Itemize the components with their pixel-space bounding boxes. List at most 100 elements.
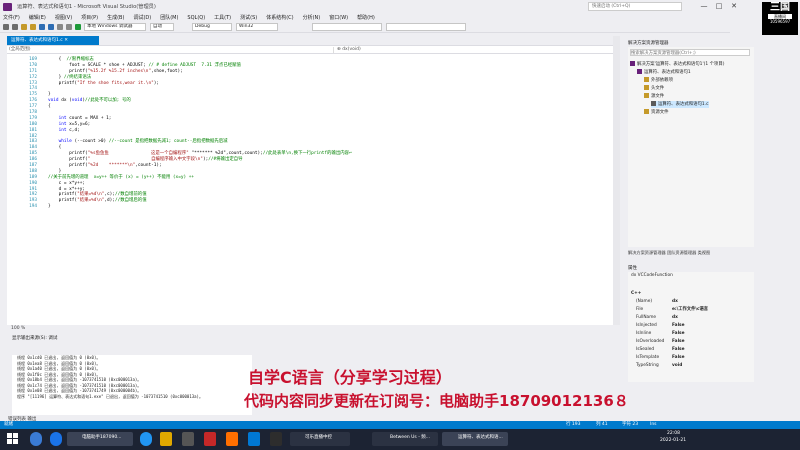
desktop-screen: 运算符、表达式和语句1 - Microsoft Visual Studio(管理…	[0, 0, 800, 450]
output-line: 程序 "[11196] 运算符、表达式和语句1.exe" 已退出, 返回值为 -…	[17, 393, 203, 399]
solution-item-icon	[651, 101, 656, 106]
start-icon[interactable]	[6, 432, 20, 446]
property-key: IsInjected	[636, 323, 657, 328]
code-token: x=5,y=6;	[66, 121, 91, 127]
code-token: "If the shoe fits,wear it.\n"	[77, 80, 154, 86]
forward-icon[interactable]	[12, 24, 18, 30]
open-file-icon[interactable]	[30, 24, 36, 30]
code-token: //此处表单\n,换下一行printf的输出内容↩	[262, 151, 352, 157]
output-pane[interactable]: 线程 0x1cd0 已退出, 返回值为 0 (0x0)。 线程 0x1ea8 已退…	[12, 355, 252, 415]
solution-item-icon	[644, 109, 649, 114]
menu-item[interactable]: 编辑(E)	[29, 14, 46, 21]
property-row[interactable]: IsTemplate False	[628, 354, 754, 362]
solution-item[interactable]: 外部依赖项	[644, 77, 673, 84]
code-editor[interactable]: 169 { //限界缩标志 170 foot = SCALE * shoe + A…	[7, 54, 620, 325]
solution-item[interactable]: 源文件	[644, 93, 664, 100]
chrome-icon[interactable]	[50, 432, 62, 446]
find-dropdown[interactable]	[312, 23, 382, 31]
code-token: ,count-1);	[135, 163, 162, 169]
solution-item[interactable]: 运算符、表达式和语句1.c	[651, 101, 709, 108]
save-icon[interactable]	[39, 24, 45, 30]
menu-item[interactable]: 工具(T)	[214, 14, 231, 21]
minimize-button[interactable]: —	[697, 1, 711, 12]
solution-item-icon	[630, 61, 635, 66]
code-token: // # define ADJUST 7.31 浮点已经赋值	[148, 62, 241, 68]
menu-item[interactable]: SQL(Q)	[187, 15, 205, 21]
menu-item[interactable]: 生成(B)	[107, 14, 124, 21]
code-token: //此处不可以加; 号的	[85, 98, 131, 104]
zoom-level[interactable]: 100 %	[7, 325, 620, 333]
property-row[interactable]: IsInjected False	[628, 322, 754, 330]
code-token: dx (	[58, 98, 72, 104]
code-token: c,d;	[66, 127, 80, 133]
visual-studio-icon	[3, 2, 12, 11]
menu-item[interactable]: 视图(V)	[55, 14, 72, 21]
solution-item[interactable]: 运算符、表达式和语句1	[637, 69, 691, 76]
code-token: printf(	[48, 157, 88, 163]
start-debug-icon[interactable]	[75, 24, 81, 30]
app-icon[interactable]	[182, 432, 194, 446]
menu-item[interactable]: 项目(P)	[81, 14, 98, 21]
logo-title: 三国	[770, 2, 790, 13]
maximize-button[interactable]: □	[712, 1, 726, 12]
menu-item[interactable]: 调试(D)	[133, 14, 151, 21]
edge-icon[interactable]	[140, 432, 152, 446]
menu-item[interactable]: 测试(S)	[240, 14, 257, 21]
property-row[interactable]: (Name) dx	[628, 298, 754, 306]
menu-item[interactable]: 团队(M)	[160, 14, 178, 21]
code-token: "%15.2f %15.2f inches\n"	[87, 68, 152, 74]
solution-search-input[interactable]: 搜索解决方案资源管理器(Ctrl+;)	[630, 49, 750, 56]
property-row[interactable]: IsOverloaded False	[628, 338, 754, 346]
music-app-icon[interactable]	[226, 432, 238, 446]
taskbar-label-between-us: Between Us - 频...	[390, 435, 431, 440]
undo-icon[interactable]	[57, 24, 63, 30]
menu-item[interactable]: 帮助(H)	[357, 14, 375, 21]
tab-source-file[interactable]: 运算符、表达式和语句1.c ✕	[7, 36, 99, 45]
solution-item[interactable]: 资源文件	[644, 109, 669, 116]
quick-launch-input[interactable]: 快速启动 (Ctrl+Q)	[588, 2, 682, 11]
clock-date: 2022-01-21	[660, 438, 687, 443]
properties-object[interactable]: dx VCCodeFunction	[628, 272, 754, 280]
property-row[interactable]: IsInline False	[628, 330, 754, 338]
back-icon[interactable]	[3, 24, 9, 30]
terminal-icon[interactable]	[270, 432, 282, 446]
property-row[interactable]: FullName dx	[628, 314, 754, 322]
solution-item[interactable]: 解决方案'运算符、表达式和语句1'(1 个项目)	[630, 61, 724, 68]
property-row[interactable]: IsSealed False	[628, 346, 754, 354]
code-token: "结果=%d\n"	[77, 192, 105, 198]
code-lines: 169 { //限界缩标志 170 foot = SCALE * shoe + A…	[7, 57, 619, 210]
member-dropdown[interactable]: ⊕ dx(void)	[333, 47, 613, 53]
solution-item-label: 资源文件	[651, 110, 669, 115]
auto-dropdown[interactable]: 自动	[150, 23, 174, 31]
property-row[interactable]: File e:\工作文件\c语言	[628, 306, 754, 314]
redo-icon[interactable]	[66, 24, 72, 30]
store-icon[interactable]	[248, 432, 260, 446]
close-button[interactable]: ✕	[727, 1, 741, 12]
solution-item-icon	[644, 93, 649, 98]
menu-item[interactable]: 文件(F)	[3, 14, 20, 21]
menu-item[interactable]: 分析(N)	[303, 14, 321, 21]
save-all-icon[interactable]	[48, 24, 54, 30]
folder-icon[interactable]	[160, 432, 172, 446]
configuration-dropdown[interactable]: Debug	[192, 23, 232, 31]
property-key: IsTemplate	[636, 355, 660, 360]
editor-scrollbar[interactable]	[613, 36, 620, 325]
solution-tabs[interactable]: 解决方案资源管理器 团队资源管理器 类视图	[628, 249, 754, 257]
debug-target-dropdown[interactable]: 本地 Windows 调试器	[84, 23, 146, 31]
code-token: }	[48, 92, 51, 98]
solution-item[interactable]: 头文件	[644, 85, 664, 92]
menu-item[interactable]: 体系结构(C)	[266, 14, 293, 21]
platform-dropdown[interactable]: Win32	[236, 23, 278, 31]
code-token: );	[153, 80, 160, 86]
video-app-icon[interactable]	[204, 432, 216, 446]
property-value: dx	[672, 315, 678, 320]
code-token: {	[48, 57, 67, 62]
menu-item[interactable]: 窗口(W)	[329, 14, 348, 21]
new-project-icon[interactable]	[21, 24, 27, 30]
scope-dropdown[interactable]: (全局范围)	[9, 47, 309, 53]
browser-icon[interactable]	[30, 432, 42, 446]
function-dropdown[interactable]	[386, 23, 466, 31]
code-token: printf(	[48, 163, 88, 169]
code-token: printf(	[48, 80, 78, 86]
